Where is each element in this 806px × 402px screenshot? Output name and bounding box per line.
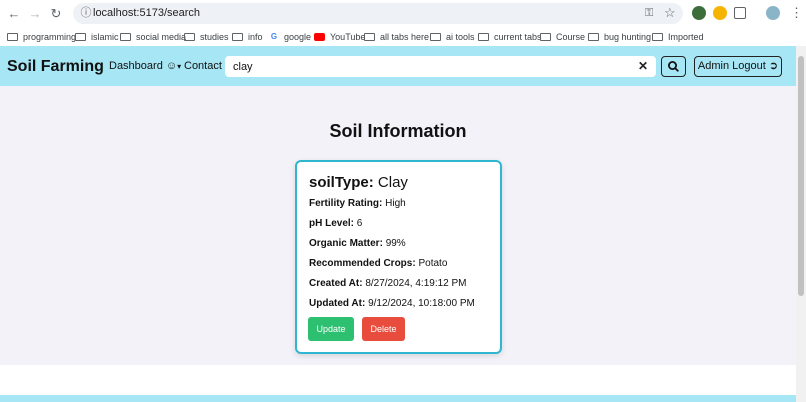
- bookmark-label: bug hunting: [604, 31, 652, 42]
- youtube-icon: [314, 32, 325, 41]
- address-bar[interactable]: ⓘ localhost:5173/search ⚿ ☆: [73, 3, 683, 24]
- bookmark-label: social media: [136, 31, 187, 42]
- page-spacer: [0, 365, 796, 395]
- bookmark-ai-tools[interactable]: ai tools: [430, 29, 475, 44]
- bookmark-info[interactable]: info: [232, 29, 263, 44]
- bookmark-label: programming: [23, 31, 77, 42]
- search-input[interactable]: [233, 59, 623, 74]
- bookmark-label: current tabs: [494, 31, 542, 42]
- created-row: Created At: 8/27/2024, 4:19:12 PM: [309, 278, 467, 289]
- delete-button[interactable]: Delete: [362, 317, 405, 341]
- soil-type-value: Clay: [377, 174, 408, 191]
- bookmark-label: info: [248, 31, 263, 42]
- menu-dots-icon[interactable]: ⋮: [790, 4, 803, 22]
- bookmark-social-media[interactable]: social media: [120, 29, 186, 44]
- dashboard-label: Dashboard: [109, 60, 163, 72]
- folder-icon: [478, 32, 489, 41]
- puzzle-icon[interactable]: [734, 7, 746, 19]
- ph-value: 6: [356, 218, 363, 229]
- extension-icon[interactable]: [713, 6, 727, 20]
- bookmark-studies[interactable]: studies: [184, 29, 229, 44]
- bookmark-islamic[interactable]: islamic: [75, 29, 119, 44]
- footer: [0, 395, 796, 402]
- soil-card: soilType: Clay Fertility Rating: High pH…: [295, 160, 502, 354]
- folder-icon: [75, 32, 86, 41]
- main-content: Soil Information soilType: Clay Fertilit…: [0, 86, 796, 365]
- forward-icon[interactable]: →: [27, 6, 43, 22]
- bookmark-course[interactable]: Course: [540, 29, 585, 44]
- bookmark-label: Course: [556, 31, 586, 42]
- folder-icon: [120, 32, 131, 41]
- update-button[interactable]: Update: [308, 317, 354, 341]
- search-field[interactable]: ✕: [225, 56, 656, 77]
- bookmark-star-icon[interactable]: ☆: [664, 5, 676, 21]
- fertility-row: Fertility Rating: High: [309, 198, 406, 209]
- soil-type-label: soilType:: [309, 174, 374, 191]
- folder-icon: [364, 32, 375, 41]
- bookmark-bug-hunting[interactable]: bug hunting: [588, 29, 651, 44]
- folder-icon: [540, 32, 551, 41]
- bookmark-label: islamic: [91, 31, 119, 42]
- profile-avatar-icon[interactable]: [766, 6, 780, 20]
- bookmark-label: studies: [200, 31, 229, 42]
- password-key-icon[interactable]: ⚿: [645, 7, 653, 20]
- reload-icon[interactable]: ↻: [48, 6, 64, 22]
- dashboard-dropdown[interactable]: Dashboard ☺▾: [109, 60, 181, 72]
- bookmark-label: ai tools: [446, 31, 475, 42]
- admin-logout-button[interactable]: Admin Logout ➲: [694, 56, 782, 77]
- updated-value: 9/12/2024, 10:18:00 PM: [368, 298, 475, 309]
- scrollbar[interactable]: [796, 46, 806, 402]
- back-icon[interactable]: ←: [6, 6, 22, 22]
- arrow-circle-icon: ➲: [768, 60, 779, 72]
- site-info-icon[interactable]: ⓘ: [79, 6, 93, 20]
- bookmarks-bar: programming islamic social media studies…: [0, 27, 806, 46]
- crops-row: Recommended Crops: Potato: [309, 258, 447, 269]
- app-navbar: Soil Farming Dashboard ☺▾ Contact ✕ Admi…: [0, 46, 796, 86]
- fertility-value: High: [385, 198, 406, 209]
- folder-icon: [652, 32, 663, 41]
- crops-value: Potato: [418, 258, 448, 269]
- crops-label: Recommended Crops:: [309, 258, 416, 269]
- ph-label: pH Level:: [309, 218, 355, 229]
- bookmark-programming[interactable]: programming: [7, 29, 76, 44]
- brand-logo[interactable]: Soil Farming: [7, 58, 104, 76]
- logout-label: Admin Logout: [697, 60, 766, 72]
- updated-label: Updated At:: [309, 298, 366, 309]
- organic-label: Organic Matter:: [309, 238, 383, 249]
- bookmark-label: all tabs here: [380, 31, 430, 42]
- soil-type: soilType: Clay: [309, 174, 408, 191]
- bookmark-label: Imported: [668, 31, 704, 42]
- created-value: 8/27/2024, 4:19:12 PM: [365, 278, 467, 289]
- extension-icon[interactable]: [692, 6, 706, 20]
- clear-icon[interactable]: ✕: [638, 59, 648, 74]
- user-circle-icon: ☺: [165, 60, 178, 72]
- bookmark-label: YouTube: [330, 31, 366, 42]
- scrollbar-thumb[interactable]: [798, 56, 804, 296]
- folder-icon: [588, 32, 599, 41]
- created-label: Created At:: [309, 278, 363, 289]
- search-icon: [668, 61, 679, 72]
- search-button[interactable]: [661, 56, 686, 77]
- updated-row: Updated At: 9/12/2024, 10:18:00 PM: [309, 298, 475, 309]
- page-title: Soil Information: [329, 121, 467, 141]
- bookmark-current-tabs[interactable]: current tabs: [478, 29, 542, 44]
- folder-icon: [232, 32, 243, 41]
- ph-row: pH Level: 6: [309, 218, 362, 229]
- bookmark-imported[interactable]: Imported: [652, 29, 704, 44]
- bookmark-youtube[interactable]: YouTube: [314, 29, 365, 44]
- bookmark-label: google: [284, 31, 312, 42]
- bookmark-google[interactable]: Ggoogle: [269, 29, 311, 44]
- browser-toolbar: ← → ↻ ⓘ localhost:5173/search ⚿ ☆ ⋮: [0, 0, 806, 27]
- folder-icon: [7, 32, 18, 41]
- organic-row: Organic Matter: 99%: [309, 238, 406, 249]
- contact-link[interactable]: Contact: [184, 60, 222, 72]
- google-icon: G: [270, 31, 278, 41]
- bookmark-all-tabs-here[interactable]: all tabs here: [364, 29, 429, 44]
- organic-value: 99%: [385, 238, 406, 249]
- folder-icon: [430, 32, 441, 41]
- folder-icon: [184, 32, 195, 41]
- address-url[interactable]: localhost:5173/search: [93, 7, 200, 19]
- caret-down-icon: ▾: [177, 62, 182, 71]
- fertility-label: Fertility Rating:: [309, 198, 383, 209]
